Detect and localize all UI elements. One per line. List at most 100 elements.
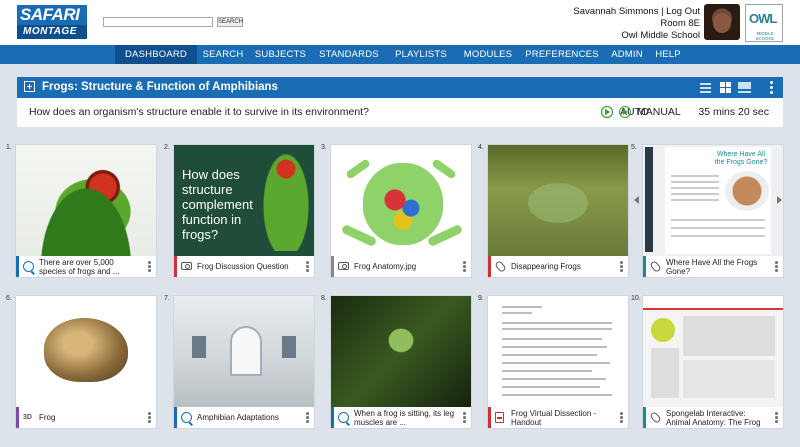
content-card-3[interactable]: Frog Anatomy.jpg <box>330 144 472 278</box>
essential-question: How does an organism's structure enable … <box>29 106 369 118</box>
card-thumbnail[interactable] <box>643 296 783 407</box>
card-caption[interactable]: Frog Anatomy.jpg <box>331 256 471 277</box>
card-thumbnail[interactable] <box>331 296 471 407</box>
content-card-5[interactable]: Where Have All the Frogs Gone? Where Hav… <box>642 144 784 278</box>
card-thumbnail[interactable] <box>488 145 628 256</box>
quiz-icon <box>181 412 192 423</box>
card-caption[interactable]: When a frog is sitting, its leg muscles … <box>331 407 471 428</box>
card-number: 4. <box>478 144 484 151</box>
doc-line <box>502 328 612 330</box>
nav-dashboard[interactable]: DASHBOARD <box>115 45 197 64</box>
card-thumbnail[interactable] <box>174 296 314 407</box>
search-button[interactable]: SEARCH <box>217 17 243 27</box>
search-input[interactable] <box>103 17 213 27</box>
doc-line <box>502 322 612 324</box>
content-card-4[interactable]: Disappearing Frogs <box>487 144 629 278</box>
card-menu-icon[interactable] <box>306 261 309 272</box>
card-caption[interactable]: Where Have All the Frogs Gone? <box>643 256 783 277</box>
doc-line <box>502 370 592 372</box>
thumbnail-text: How does structure complement function i… <box>182 167 253 242</box>
card-caption[interactable]: There are over 5,000 species of frogs an… <box>16 256 156 277</box>
card-number: 7. <box>164 295 170 302</box>
content-card-10[interactable]: Spongelab Interactive: Animal Anatomy: T… <box>642 295 784 429</box>
content-card-8[interactable]: When a frog is sitting, its leg muscles … <box>330 295 472 429</box>
card-caption[interactable]: Frog Discussion Question <box>174 256 314 277</box>
nav-preferences[interactable]: PREFERENCES <box>520 45 604 64</box>
card-thumbnail[interactable]: How does structure complement function i… <box>174 145 314 256</box>
card-caption[interactable]: Frog Virtual Dissection - Handout <box>488 407 628 428</box>
avatar[interactable] <box>704 4 740 40</box>
card-menu-icon[interactable] <box>463 261 466 272</box>
nav-playlists[interactable]: PLAYLISTS <box>386 45 456 64</box>
card-menu-icon[interactable] <box>775 261 778 272</box>
article-sidebar <box>645 147 653 252</box>
card-menu-icon[interactable] <box>463 412 466 423</box>
grid-view-icon[interactable] <box>720 82 731 93</box>
card-thumbnail[interactable]: Where Have All the Frogs Gone? <box>643 145 783 256</box>
card-caption[interactable]: Spongelab Interactive: Animal Anatomy: T… <box>643 407 783 428</box>
slideshow-view-icon[interactable] <box>738 82 751 93</box>
content-card-7[interactable]: Amphibian Adaptations <box>173 295 315 429</box>
article-line <box>671 199 719 201</box>
card-title: Where Have All the Frogs Gone? <box>666 258 758 276</box>
card-thumbnail[interactable] <box>16 145 156 256</box>
link-icon <box>649 260 662 273</box>
content-card-6[interactable]: 3D Frog <box>15 295 157 429</box>
pdf-icon <box>495 412 504 423</box>
card-caption[interactable]: Amphibian Adaptations <box>174 407 314 428</box>
card-title: Frog Discussion Question <box>197 262 289 271</box>
pond-frog-image <box>528 183 588 223</box>
card-number: 10. <box>631 295 641 302</box>
main-nav: DASHBOARD SEARCH SUBJECTS STANDARDS PLAY… <box>0 45 800 64</box>
card-title: Disappearing Frogs <box>511 262 581 271</box>
card-thumbnail[interactable] <box>331 145 471 256</box>
school-logo-sub: MIDDLE SCHOOL <box>755 31 775 41</box>
doc-line <box>502 346 607 348</box>
card-title: Frog Virtual Dissection - Handout <box>511 409 597 427</box>
card-number: 9. <box>478 295 484 302</box>
playlist-duration: 35 mins 20 sec <box>698 106 769 118</box>
essential-question-row: How does an organism's structure enable … <box>17 98 783 127</box>
card-menu-icon[interactable] <box>775 412 778 423</box>
card-menu-icon[interactable] <box>306 412 309 423</box>
nav-standards[interactable]: STANDARDS <box>312 45 386 64</box>
article-heading: Where Have All the Frogs Gone? <box>714 151 768 166</box>
nav-help[interactable]: HELP <box>650 45 686 64</box>
card-caption[interactable]: Disappearing Frogs <box>488 256 628 277</box>
article-page: Where Have All the Frogs Gone? <box>665 147 771 254</box>
manual-label[interactable]: MANUAL <box>637 98 681 127</box>
anatomy-leg <box>345 158 371 180</box>
carousel-next-icon[interactable] <box>777 196 782 204</box>
content-card-2[interactable]: How does structure complement function i… <box>173 144 315 278</box>
doc-line <box>502 312 532 314</box>
user-room: Room 8E <box>660 18 700 29</box>
nav-subjects[interactable]: SUBJECTS <box>249 45 312 64</box>
camera-icon <box>181 262 192 270</box>
card-menu-icon[interactable] <box>620 261 623 272</box>
content-card-9[interactable]: Frog Virtual Dissection - Handout <box>487 295 629 429</box>
card-menu-icon[interactable] <box>148 412 151 423</box>
playlist-menu-icon[interactable] <box>770 81 774 95</box>
nav-modules[interactable]: MODULES <box>456 45 520 64</box>
tree-frog-image <box>262 151 310 251</box>
nav-admin[interactable]: ADMIN <box>604 45 650 64</box>
user-name-logout[interactable]: Savannah Simmons | Log Out <box>573 6 700 18</box>
card-title: Frog Anatomy.jpg <box>354 262 417 271</box>
carousel-prev-icon[interactable] <box>634 196 639 204</box>
card-thumbnail[interactable] <box>488 296 628 407</box>
list-view-icon[interactable] <box>700 82 711 93</box>
web-content-block <box>651 348 679 398</box>
expand-plus-icon[interactable] <box>24 81 35 92</box>
card-thumbnail[interactable] <box>16 296 156 407</box>
safari-montage-logo[interactable]: SAFARI MONTAGE <box>17 5 87 39</box>
card-title: There are over 5,000 species of frogs an… <box>39 258 120 276</box>
card-caption[interactable]: 3D Frog <box>16 407 156 428</box>
card-menu-icon[interactable] <box>620 412 623 423</box>
card-menu-icon[interactable] <box>148 261 151 272</box>
header: SAFARI MONTAGE SEARCH Savannah Simmons |… <box>0 0 800 45</box>
web-frog-image <box>651 318 675 342</box>
play-manual-btn[interactable] <box>619 106 631 118</box>
content-card-1[interactable]: There are over 5,000 species of frogs an… <box>15 144 157 278</box>
article-line <box>671 219 765 221</box>
nav-search[interactable]: SEARCH <box>197 45 249 64</box>
